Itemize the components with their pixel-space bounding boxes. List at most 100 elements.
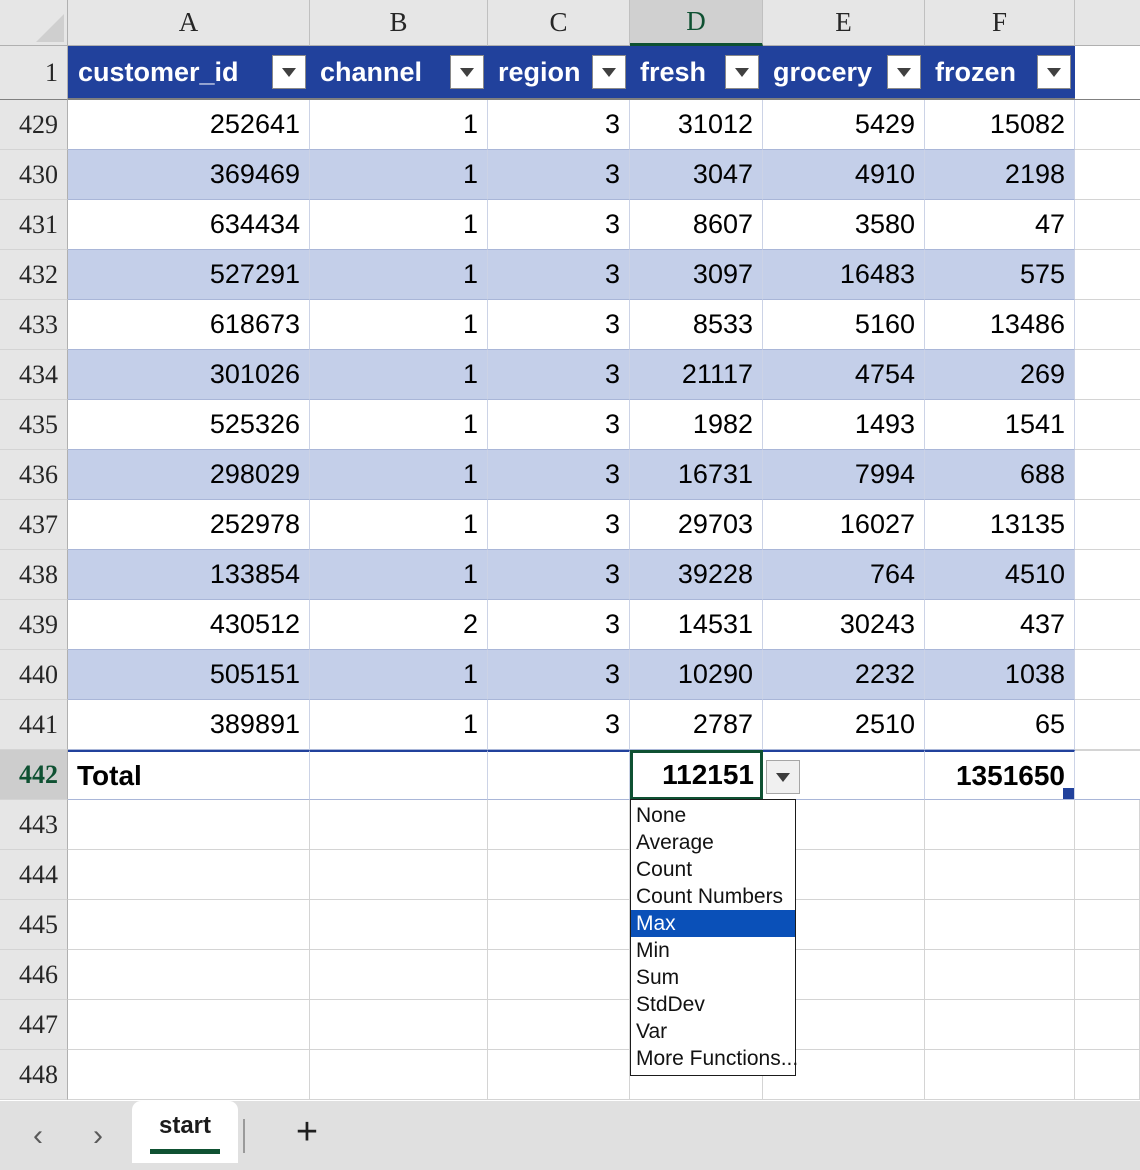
cell-channel[interactable]: 1 xyxy=(310,700,488,750)
add-sheet-button[interactable]: + xyxy=(259,1101,355,1163)
cell-blank[interactable] xyxy=(488,850,630,900)
row-header-433[interactable]: 433 xyxy=(0,300,68,350)
empty-row[interactable]: 447 xyxy=(0,1000,1140,1050)
filter-button-frozen[interactable] xyxy=(1037,55,1071,89)
cell-grocery[interactable]: 3580 xyxy=(763,200,925,250)
cell-blank[interactable] xyxy=(488,1050,630,1100)
table-row[interactable]: 432 527291 1 3 3097 16483 575 xyxy=(0,250,1140,300)
cell-blank[interactable] xyxy=(1075,1000,1140,1050)
cell-blank[interactable] xyxy=(310,900,488,950)
menu-item-var[interactable]: Var xyxy=(631,1018,795,1045)
menu-item-none[interactable]: None xyxy=(631,802,795,829)
cell-channel[interactable]: 1 xyxy=(310,650,488,700)
cell-channel[interactable]: 1 xyxy=(310,150,488,200)
total-row[interactable]: 442 Total 112151 1351650 xyxy=(0,750,1140,800)
cell-region[interactable]: 3 xyxy=(488,200,630,250)
cell-frozen[interactable]: 437 xyxy=(925,600,1075,650)
cell-customer-id[interactable]: 430512 xyxy=(68,600,310,650)
select-all-corner[interactable] xyxy=(0,0,68,46)
cell-blank[interactable] xyxy=(68,1050,310,1100)
empty-row[interactable]: 446 xyxy=(0,950,1140,1000)
row-header-432[interactable]: 432 xyxy=(0,250,68,300)
cell-grocery[interactable]: 764 xyxy=(763,550,925,600)
cell-blank[interactable] xyxy=(1075,300,1140,350)
cell-fresh[interactable]: 3097 xyxy=(630,250,763,300)
cell-fresh[interactable]: 14531 xyxy=(630,600,763,650)
cell-frozen[interactable]: 1038 xyxy=(925,650,1075,700)
empty-row[interactable]: 445 xyxy=(0,900,1140,950)
cell-grocery[interactable]: 5429 xyxy=(763,100,925,150)
cell-region[interactable]: 3 xyxy=(488,550,630,600)
cell-blank[interactable] xyxy=(1075,650,1140,700)
cell-frozen[interactable]: 65 xyxy=(925,700,1075,750)
column-header-a[interactable]: A xyxy=(68,0,310,46)
cell-region[interactable]: 3 xyxy=(488,600,630,650)
filter-button-fresh[interactable] xyxy=(725,55,759,89)
table-row[interactable]: 441 389891 1 3 2787 2510 65 xyxy=(0,700,1140,750)
row-header-440[interactable]: 440 xyxy=(0,650,68,700)
cell-channel[interactable]: 1 xyxy=(310,550,488,600)
cell-customer-id[interactable]: 369469 xyxy=(68,150,310,200)
cell-grocery[interactable]: 5160 xyxy=(763,300,925,350)
row-header-431[interactable]: 431 xyxy=(0,200,68,250)
cell-region[interactable]: 3 xyxy=(488,650,630,700)
cell-channel[interactable]: 1 xyxy=(310,300,488,350)
cell-fresh[interactable]: 1982 xyxy=(630,400,763,450)
header-cell-fresh[interactable]: fresh xyxy=(630,46,763,100)
cell-frozen[interactable]: 15082 xyxy=(925,100,1075,150)
menu-item-min[interactable]: Min xyxy=(631,937,795,964)
cell-blank[interactable] xyxy=(1075,800,1140,850)
total-row-dropdown-button[interactable] xyxy=(766,760,800,794)
row-header-437[interactable]: 437 xyxy=(0,500,68,550)
cell-blank[interactable] xyxy=(1075,750,1140,800)
cell-customer-id[interactable]: 634434 xyxy=(68,200,310,250)
cell-region[interactable]: 3 xyxy=(488,250,630,300)
cell-frozen[interactable]: 13135 xyxy=(925,500,1075,550)
cell-fresh[interactable]: 16731 xyxy=(630,450,763,500)
table-row[interactable]: 430 369469 1 3 3047 4910 2198 xyxy=(0,150,1140,200)
cell-region[interactable]: 3 xyxy=(488,150,630,200)
row-header-444[interactable]: 444 xyxy=(0,850,68,900)
cell-blank[interactable] xyxy=(68,1000,310,1050)
column-header-c[interactable]: C xyxy=(488,0,630,46)
cell-fresh[interactable]: 8533 xyxy=(630,300,763,350)
row-header-447[interactable]: 447 xyxy=(0,1000,68,1050)
table-row[interactable]: 437 252978 1 3 29703 16027 13135 xyxy=(0,500,1140,550)
cell-blank[interactable] xyxy=(925,900,1075,950)
row-header-441[interactable]: 441 xyxy=(0,700,68,750)
total-label-cell[interactable]: Total xyxy=(68,750,310,800)
table-row[interactable]: 436 298029 1 3 16731 7994 688 xyxy=(0,450,1140,500)
cell-grocery[interactable]: 1493 xyxy=(763,400,925,450)
column-header-f[interactable]: F xyxy=(925,0,1075,46)
menu-item-max[interactable]: Max xyxy=(631,910,795,937)
cell-customer-id[interactable]: 252978 xyxy=(68,500,310,550)
header-cell-region[interactable]: region xyxy=(488,46,630,100)
empty-row[interactable]: 444 xyxy=(0,850,1140,900)
cell-blank[interactable] xyxy=(1075,850,1140,900)
next-sheet-arrow-icon[interactable]: › xyxy=(86,1120,110,1151)
cell-channel[interactable]: 1 xyxy=(310,100,488,150)
row-header-446[interactable]: 446 xyxy=(0,950,68,1000)
total-frozen-cell[interactable]: 1351650 xyxy=(925,750,1075,800)
cell-channel[interactable]: 1 xyxy=(310,250,488,300)
empty-row[interactable]: 443 xyxy=(0,800,1140,850)
cell-blank[interactable] xyxy=(1075,900,1140,950)
cell-blank[interactable] xyxy=(1075,500,1140,550)
cell-blank[interactable] xyxy=(488,950,630,1000)
cell-fresh[interactable]: 2787 xyxy=(630,700,763,750)
cell-blank[interactable] xyxy=(68,900,310,950)
cell-region[interactable]: 3 xyxy=(488,350,630,400)
cell-grocery[interactable]: 16027 xyxy=(763,500,925,550)
cell-fresh[interactable]: 31012 xyxy=(630,100,763,150)
cell-blank[interactable] xyxy=(310,1050,488,1100)
cell-blank[interactable] xyxy=(68,850,310,900)
cell-customer-id[interactable]: 298029 xyxy=(68,450,310,500)
cell-grocery[interactable]: 2510 xyxy=(763,700,925,750)
cell-blank[interactable] xyxy=(925,800,1075,850)
cell-region[interactable]: 3 xyxy=(488,100,630,150)
cell-blank[interactable] xyxy=(1075,600,1140,650)
cell-customer-id[interactable]: 505151 xyxy=(68,650,310,700)
previous-sheet-arrow-icon[interactable]: ‹ xyxy=(26,1120,50,1151)
table-row[interactable]: 435 525326 1 3 1982 1493 1541 xyxy=(0,400,1140,450)
cell-blank[interactable] xyxy=(925,1050,1075,1100)
